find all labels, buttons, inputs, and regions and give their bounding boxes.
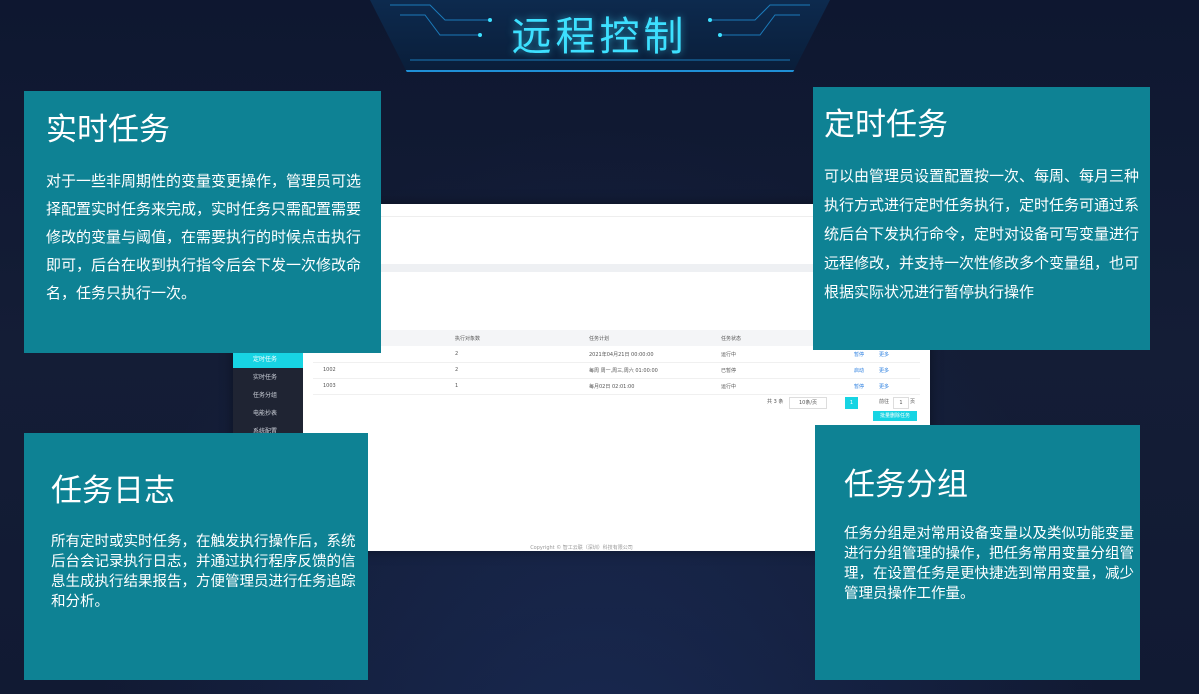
sidebar-item-timed-task[interactable]: 定时任务 [233, 352, 303, 368]
pager-total: 共 3 条 [767, 399, 784, 405]
goto-suffix: 页 [910, 399, 916, 405]
cell-status: 运行中 [721, 352, 737, 358]
card-task-log: 任务日志 所有定时或实时任务，在触发执行操作后，系统后台会记录执行日志，并通过执… [24, 433, 368, 680]
cell-id: 1003 [323, 383, 336, 389]
cell-plan: 每月02日 02:01:00 [589, 384, 635, 390]
card-description: 所有定时或实时任务，在触发执行操作后，系统后台会记录执行日志，并通过执行程序反馈… [51, 534, 356, 610]
cell-status: 已暂停 [721, 368, 737, 374]
goto-input[interactable]: 1 [893, 397, 909, 409]
column-header: 任务状态 [721, 336, 742, 342]
cell-plan: 2021年04月21日 00:00:00 [589, 352, 654, 358]
more-link[interactable]: 更多 [879, 367, 889, 374]
table-row: 1003 1 每月02日 02:01:00 运行中 暂停 更多 [313, 378, 920, 395]
column-header: 执行对象数 [455, 336, 481, 342]
cell-status: 运行中 [721, 384, 737, 390]
cell-plan: 每周 周一,周三,周六 01:00:00 [589, 368, 658, 374]
card-title: 实时任务 [46, 112, 170, 148]
more-link[interactable]: 更多 [879, 383, 889, 390]
page-title: 远程控制 [511, 14, 688, 60]
pause-link[interactable]: 暂停 [854, 383, 864, 390]
card-realtime-task: 实时任务 对于一些非周期性的变量变更操作，管理员可选择配置实时任务来完成，实时任… [24, 91, 381, 353]
card-description: 对于一些非周期性的变量变更操作，管理员可选择配置实时任务来完成，实时任务只需配置… [46, 172, 362, 302]
more-link[interactable]: 更多 [879, 351, 889, 358]
card-title: 任务分组 [844, 467, 968, 503]
sidebar-item-meter-reading[interactable]: 电能抄表 [233, 406, 303, 422]
card-task-group: 任务分组 任务分组是对常用设备变量以及类似功能变量进行分组管理的操作，把任务常用… [815, 425, 1140, 680]
card-title: 定时任务 [824, 107, 948, 143]
column-header: 任务计划 [589, 336, 610, 342]
cell-count: 2 [455, 351, 459, 357]
start-link[interactable]: 启动 [854, 367, 864, 374]
cell-count: 2 [455, 367, 459, 373]
batch-delete-button[interactable]: 批量删除任务 [873, 411, 917, 421]
card-timed-task: 定时任务 可以由管理员设置配置按一次、每周、每月三种执行方式进行定时任务执行，定… [813, 87, 1150, 350]
page-button-current[interactable]: 1 [845, 397, 858, 409]
card-description: 可以由管理员设置配置按一次、每周、每月三种执行方式进行定时任务执行，定时任务可通… [824, 167, 1140, 301]
cell-id: 1002 [323, 367, 336, 373]
cell-count: 1 [455, 383, 459, 389]
sidebar-item-realtime-task[interactable]: 实时任务 [233, 370, 303, 386]
table-row: 1002 2 每周 周一,周三,周六 01:00:00 已暂停 启动 更多 [313, 362, 920, 379]
sidebar-item-task-group[interactable]: 任务分组 [233, 388, 303, 404]
pause-link[interactable]: 暂停 [854, 351, 864, 358]
page-size-select[interactable]: 10条/页 [789, 397, 827, 409]
card-title: 任务日志 [51, 473, 175, 509]
card-description: 任务分组是对常用设备变量以及类似功能变量进行分组管理的操作，把任务常用变量分组管… [844, 526, 1134, 602]
goto-label: 前往 [879, 399, 890, 405]
